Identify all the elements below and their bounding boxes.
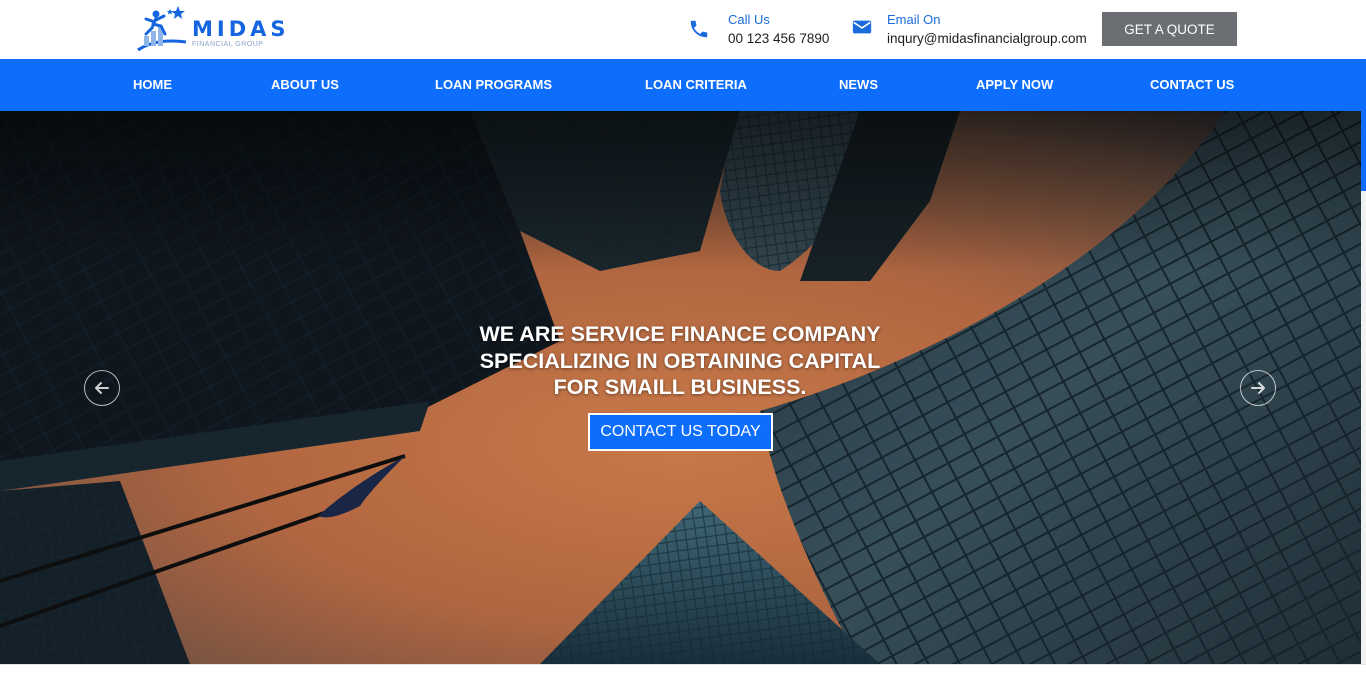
nav-item-news[interactable]: NEWS	[839, 59, 878, 111]
slider-next-button[interactable]	[1240, 370, 1276, 406]
contact-us-today-button[interactable]: CONTACT US TODAY	[588, 413, 773, 451]
email-label: Email On	[887, 12, 941, 27]
hero-title: WE ARE SERVICE FINANCE COMPANY SPECIALIZ…	[430, 321, 930, 401]
arrow-left-icon	[95, 382, 109, 394]
top-header: MIDAS FINANCIAL GROUP Call Us 00 123 456…	[0, 0, 1366, 59]
runner-star-logo-icon	[137, 6, 187, 52]
nav-item-about-us[interactable]: ABOUT US	[271, 59, 339, 111]
phone-icon	[690, 20, 708, 38]
phone-number[interactable]: 00 123 456 7890	[728, 31, 829, 46]
email-contact[interactable]: Email On inqury@midasfinancialgroup.com	[851, 11, 1111, 51]
scrollbar-track[interactable]	[1361, 111, 1366, 664]
nav-item-home[interactable]: HOME	[133, 59, 172, 111]
hero-slider: WE ARE SERVICE FINANCE COMPANY SPECIALIZ…	[0, 111, 1361, 664]
nav-item-loan-programs[interactable]: LOAN PROGRAMS	[435, 59, 552, 111]
brand-tagline: FINANCIAL GROUP	[192, 41, 264, 48]
slider-prev-button[interactable]	[84, 370, 120, 406]
main-nav: HOME ABOUT US LOAN PROGRAMS LOAN CRITERI…	[0, 59, 1366, 111]
scrollbar-thumb[interactable]	[1361, 111, 1366, 191]
get-a-quote-button[interactable]: GET A QUOTE	[1102, 12, 1237, 46]
hero-title-line-3: FOR SMAILL BUSINESS.	[553, 375, 807, 399]
email-address[interactable]: inqury@midasfinancialgroup.com	[887, 31, 1087, 46]
nav-item-contact-us[interactable]: CONTACT US	[1150, 59, 1234, 111]
call-us-contact[interactable]: Call Us 00 123 456 7890	[688, 11, 838, 51]
brand-name: MIDAS	[192, 17, 290, 41]
envelope-icon	[852, 20, 872, 34]
nav-item-apply-now[interactable]: APPLY NOW	[976, 59, 1053, 111]
page-bottom-strip	[0, 664, 1366, 680]
arrow-right-icon	[1251, 382, 1265, 394]
hero-title-line-1: WE ARE SERVICE FINANCE COMPANY	[479, 322, 881, 346]
hero-title-line-2: SPECIALIZING IN OBTAINING CAPITAL	[479, 348, 881, 373]
brand-logo[interactable]: MIDAS FINANCIAL GROUP	[134, 4, 286, 56]
nav-item-loan-criteria[interactable]: LOAN CRITERIA	[645, 59, 747, 111]
call-us-label: Call Us	[728, 12, 770, 27]
